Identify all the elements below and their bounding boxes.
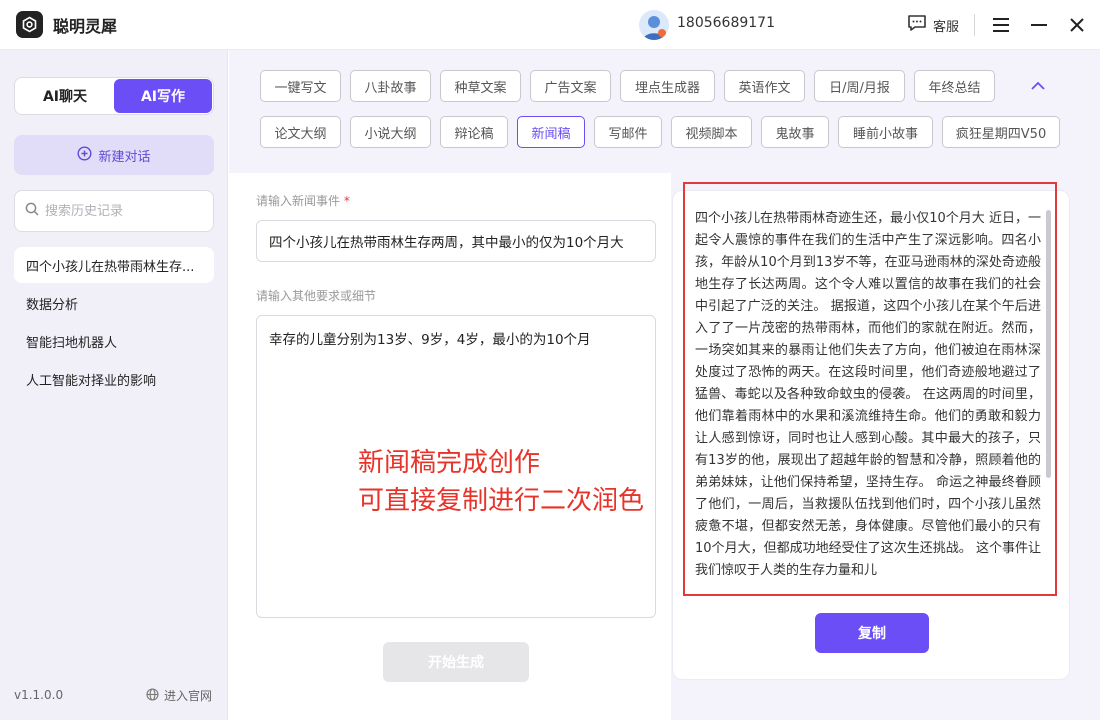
annotation-line-1: 新闻稿完成创作 <box>358 448 541 478</box>
sidebar: AI聊天 AI写作 新建对话 四个小孩儿在热带雨林生存... 数据分析 智能扫地… <box>0 50 228 720</box>
app-name: 聪明灵犀 <box>53 17 118 36</box>
tag-debate-draft[interactable]: 辩论稿 <box>440 116 508 148</box>
required-mark: * <box>343 194 350 208</box>
annotation-text: 新闻稿完成创作 可直接复制进行二次润色 <box>358 444 644 520</box>
history-item[interactable]: 人工智能对择业的影响 <box>14 361 214 397</box>
version-label: v1.1.0.0 <box>14 688 64 702</box>
tag-reports[interactable]: 日/周/月报 <box>814 70 905 102</box>
tag-english-essay[interactable]: 英语作文 <box>724 70 805 102</box>
support-label: 客服 <box>933 19 960 35</box>
tag-ghost-story[interactable]: 鬼故事 <box>761 116 829 148</box>
tag-year-end-summary[interactable]: 年终总结 <box>914 70 995 102</box>
user-phone: 18056689171 <box>677 15 775 31</box>
search-input[interactable] <box>45 203 205 219</box>
minimize-icon[interactable] <box>1027 13 1051 37</box>
chevron-up-icon[interactable] <box>1026 76 1050 96</box>
news-event-input[interactable]: 四个小孩儿在热带雨林生存两周，其中最小的仅为10个月大 <box>256 220 656 262</box>
header-divider <box>974 14 975 36</box>
tag-video-script[interactable]: 视频脚本 <box>671 116 752 148</box>
tag-thesis-outline[interactable]: 论文大纲 <box>260 116 341 148</box>
copy-button[interactable]: 复制 <box>815 613 929 653</box>
event-field-label-text: 请输入新闻事件 <box>256 194 341 208</box>
history-item[interactable]: 智能扫地机器人 <box>14 323 214 359</box>
mode-toggle: AI聊天 AI写作 <box>14 77 214 115</box>
support-button[interactable]: 客服 <box>907 14 959 36</box>
tag-one-click-writing[interactable]: 一键写文 <box>260 70 341 102</box>
search-icon <box>25 202 39 220</box>
globe-icon <box>146 687 159 704</box>
website-link[interactable]: 进入官网 <box>146 687 212 704</box>
history-search <box>14 190 214 232</box>
app-logo-icon <box>16 11 43 38</box>
menu-icon[interactable] <box>989 13 1013 37</box>
annotation-line-2: 可直接复制进行二次润色 <box>358 486 645 516</box>
generate-button[interactable]: 开始生成 <box>383 642 529 682</box>
history-item[interactable]: 四个小孩儿在热带雨林生存... <box>14 247 214 283</box>
detail-field-label: 请输入其他要求或细节 <box>256 289 377 303</box>
plus-circle-icon <box>77 145 92 165</box>
user-avatar[interactable] <box>639 10 669 40</box>
tag-recommendation-copy[interactable]: 种草文案 <box>440 70 521 102</box>
website-label: 进入官网 <box>164 689 213 703</box>
main-area: 一键写文 八卦故事 种草文案 广告文案 埋点生成器 英语作文 日/周/月报 年终… <box>229 50 1100 720</box>
tag-novel-outline[interactable]: 小说大纲 <box>350 116 431 148</box>
tag-crazy-thursday[interactable]: 疯狂星期四V50 <box>942 116 1060 148</box>
new-chat-button[interactable]: 新建对话 <box>14 135 214 175</box>
tab-ai-writing[interactable]: AI写作 <box>114 79 212 113</box>
tag-ad-copy[interactable]: 广告文案 <box>530 70 611 102</box>
close-icon[interactable] <box>1065 13 1089 37</box>
history-item[interactable]: 数据分析 <box>14 285 214 321</box>
tag-bedtime-story[interactable]: 睡前小故事 <box>838 116 933 148</box>
tag-tracking-generator[interactable]: 埋点生成器 <box>620 70 715 102</box>
tag-gossip-story[interactable]: 八卦故事 <box>350 70 431 102</box>
tag-press-release[interactable]: 新闻稿 <box>517 116 585 148</box>
highlight-frame <box>683 182 1057 596</box>
title-bar: 聪明灵犀 18056689171 客服 <box>0 0 1100 50</box>
new-chat-label: 新建对话 <box>98 149 151 165</box>
tag-write-email[interactable]: 写邮件 <box>594 116 662 148</box>
event-field-label: 请输入新闻事件 * <box>256 192 350 209</box>
tab-ai-chat[interactable]: AI聊天 <box>16 79 114 113</box>
chat-bubble-icon <box>907 14 927 36</box>
